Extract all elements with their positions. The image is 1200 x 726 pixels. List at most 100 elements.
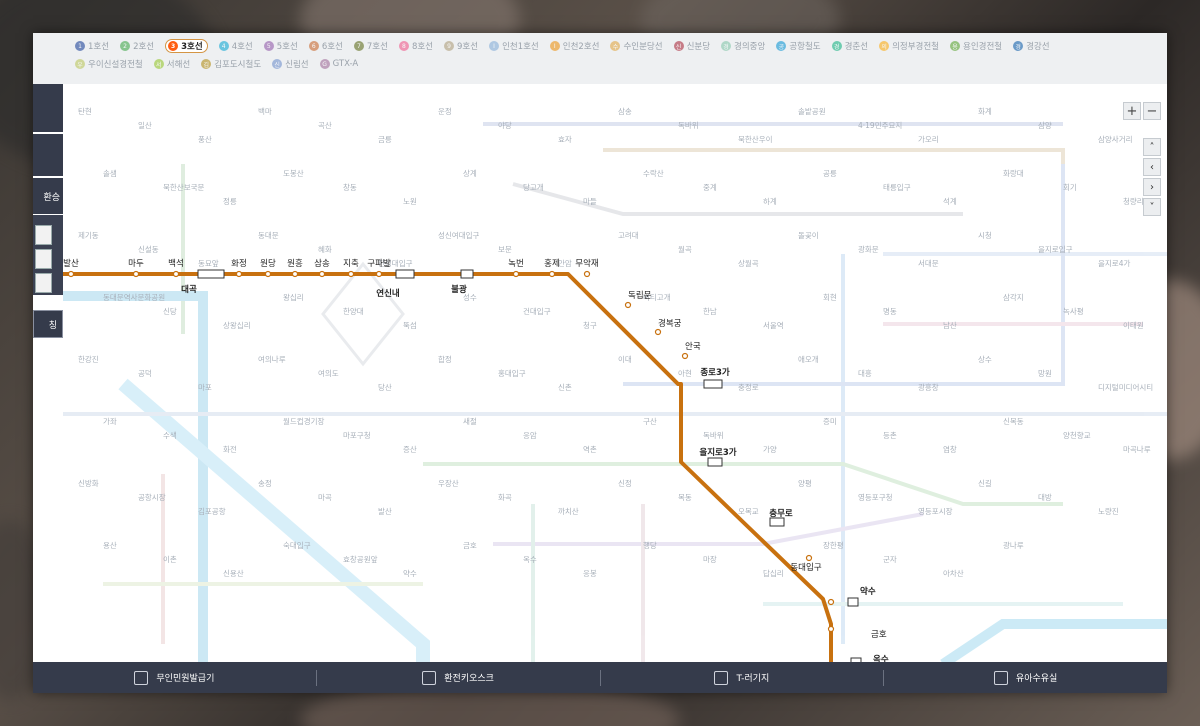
station-name[interactable]: 삼송: [314, 258, 330, 269]
station-name[interactable]: 원흥: [287, 258, 303, 269]
facility-item[interactable]: 환전키오스크: [317, 662, 600, 693]
line-filter-chip[interactable]: 신 신림선: [272, 57, 309, 71]
station-marker[interactable]: [681, 352, 689, 360]
inactive-station-name: 동묘앞: [198, 259, 219, 268]
station-name[interactable]: 백석: [168, 258, 184, 269]
station-name[interactable]: 충무로: [769, 508, 793, 519]
station-name[interactable]: 지축: [343, 259, 359, 269]
facility-item[interactable]: 유아수유실: [884, 662, 1167, 693]
station-name[interactable]: 녹번: [508, 259, 524, 269]
line-filter-chip[interactable]: 1 1호선: [75, 39, 109, 53]
station-marker[interactable]: [512, 270, 520, 278]
transfer-station-marker[interactable]: [769, 517, 785, 527]
station-name[interactable]: 금호: [871, 630, 887, 640]
line-filter-chip[interactable]: 경 경춘선: [831, 39, 868, 53]
facility-item[interactable]: 무인민원발급기: [33, 662, 316, 693]
station-name[interactable]: 종로3가: [700, 367, 730, 378]
station-marker[interactable]: [375, 270, 383, 278]
station-marker[interactable]: [291, 270, 299, 278]
station-marker[interactable]: [654, 328, 662, 336]
station-marker[interactable]: [624, 301, 632, 309]
line-filter-chip[interactable]: 6 6호선: [308, 39, 343, 53]
side-panel-block[interactable]: [33, 134, 63, 176]
line-3-route[interactable]: [63, 272, 833, 662]
line-filter-chip[interactable]: 2 2호선: [120, 39, 154, 53]
station-marker[interactable]: [827, 598, 835, 606]
line-filter-chip[interactable]: 9 9호선: [444, 39, 478, 53]
transfer-station-marker[interactable]: [847, 597, 859, 607]
line-filter-chip[interactable]: 수 수인분당선: [610, 39, 663, 53]
station-name[interactable]: 경복궁: [658, 318, 682, 329]
station-marker[interactable]: [172, 270, 180, 278]
pan-left-button[interactable]: ‹: [1143, 158, 1161, 176]
side-action-button[interactable]: 칭: [33, 310, 63, 338]
line-filter-chip[interactable]: 4 4호선: [218, 39, 253, 53]
station-name[interactable]: 홍제: [544, 258, 560, 269]
station-name[interactable]: 연신내: [376, 288, 400, 299]
line-filter-chip[interactable]: G GTX-A: [319, 57, 358, 71]
station-name[interactable]: 마두: [128, 259, 144, 269]
pan-down-button[interactable]: ˅: [1143, 198, 1161, 216]
pan-right-button[interactable]: ›: [1143, 178, 1161, 196]
transfer-tab[interactable]: 환승: [33, 178, 63, 214]
line-filter-chip[interactable]: 경 경의중앙: [721, 39, 765, 53]
station-marker[interactable]: [548, 270, 556, 278]
station-name[interactable]: 안국: [685, 341, 701, 352]
line-filter-chip[interactable]: 경 경강선: [1013, 39, 1050, 53]
station-marker[interactable]: [347, 270, 355, 278]
station-name[interactable]: 화정: [231, 258, 247, 269]
station-name[interactable]: 동대입구: [790, 563, 821, 573]
transfer-station-marker[interactable]: [395, 269, 415, 279]
line-filter-chip[interactable]: 우 우이신설경전철: [75, 57, 143, 71]
line-filter-chip[interactable]: 김 김포도시철도: [201, 57, 261, 71]
subway-map[interactable]: 탄현 일산 풍산 백마 곡산 금릉 운정 야당 효자 삼송 독바위 북한산우이 솔밭공원 4·19민주묘지…: [63, 84, 1167, 662]
inactive-station-name: 삼송: [618, 106, 632, 116]
line-filter-chip[interactable]: 5 5호선: [263, 39, 298, 53]
subway-map-canvas[interactable]: 탄현일산풍산백마곡산금릉운정야당효자삼송독바위북한산우이솔밭공원4·19민주묘지…: [63, 84, 1167, 662]
line-filter-chip[interactable]: 공 공항철도: [776, 39, 821, 53]
zoom-out-button[interactable]: −: [1143, 102, 1161, 120]
line-filter-chip[interactable]: 3 3호선: [165, 39, 208, 53]
station-marker[interactable]: [264, 270, 272, 278]
line-filter-chip[interactable]: I 인천1호선: [489, 39, 539, 53]
line-filter-chip[interactable]: 용 용인경전철: [950, 39, 1002, 53]
side-option-button[interactable]: [35, 249, 52, 269]
station-marker[interactable]: [805, 554, 813, 562]
side-option-button[interactable]: [35, 225, 52, 245]
station-marker[interactable]: [132, 270, 140, 278]
transfer-station-marker[interactable]: [703, 379, 723, 389]
inactive-station-name: 청량리: [1123, 197, 1144, 206]
transfer-station-marker[interactable]: [707, 457, 723, 467]
side-option-button[interactable]: [35, 273, 52, 293]
station-name[interactable]: 약수: [860, 586, 876, 597]
line-filter-chip[interactable]: 8 8호선: [398, 39, 433, 53]
line-filter-label: 인천1호선: [502, 42, 539, 52]
line-filter-chip[interactable]: 의 의정부경전철: [879, 39, 939, 53]
station-marker[interactable]: [67, 270, 75, 278]
station-name[interactable]: 을지로3가: [699, 447, 736, 458]
station-name[interactable]: 발산: [63, 258, 79, 269]
station-marker[interactable]: [318, 270, 326, 278]
station-name[interactable]: 옥수: [873, 654, 889, 662]
station-name[interactable]: 독립문: [628, 291, 652, 301]
zoom-in-button[interactable]: +: [1123, 102, 1141, 120]
station-marker[interactable]: [235, 270, 243, 278]
line-filter-chip[interactable]: 신 신분당: [673, 39, 710, 53]
station-marker[interactable]: [583, 270, 591, 278]
station-marker[interactable]: [827, 625, 835, 633]
station-name[interactable]: 구파발: [367, 258, 391, 269]
line-filter-chip[interactable]: 7 7호선: [353, 39, 388, 53]
pan-up-button[interactable]: ˄: [1143, 138, 1161, 156]
inactive-station-name: 운정: [438, 106, 452, 116]
station-name[interactable]: 무악재: [575, 258, 598, 269]
facility-item[interactable]: T-러기지: [601, 662, 884, 693]
inactive-station-name: 김포공항: [198, 506, 226, 516]
line-filter-chip[interactable]: I 인천2호선: [549, 39, 599, 53]
transfer-station-marker[interactable]: [197, 269, 225, 279]
line-filter-chip[interactable]: 서 서해선: [153, 57, 190, 71]
side-panel-block[interactable]: [33, 84, 63, 132]
station-name[interactable]: 불광: [451, 284, 467, 295]
station-name[interactable]: 대곡: [181, 284, 197, 295]
transfer-station-marker[interactable]: [460, 269, 474, 279]
station-name[interactable]: 원당: [260, 258, 276, 269]
